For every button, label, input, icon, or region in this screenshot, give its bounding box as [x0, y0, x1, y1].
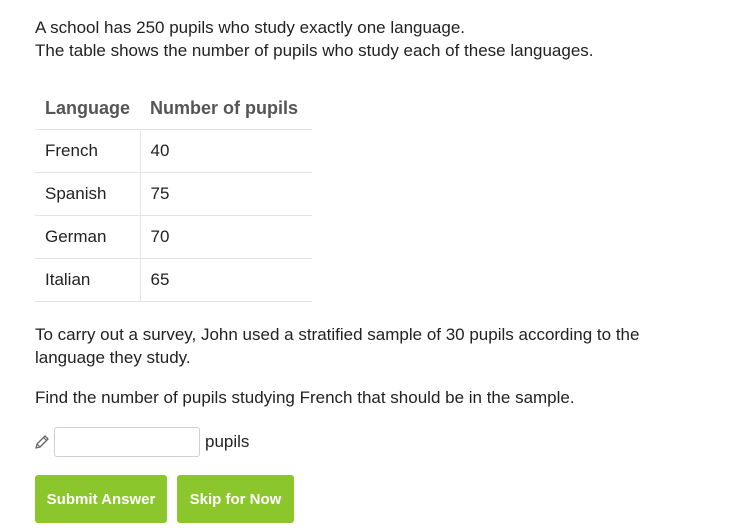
skip-for-now-button[interactable]: Skip for Now: [177, 475, 294, 523]
cell-language: Italian: [35, 258, 141, 302]
languages-table: Language Number of pupils French 40 Span…: [35, 87, 313, 302]
cell-language: Spanish: [35, 172, 141, 216]
cell-language: German: [35, 215, 141, 259]
table-row: German 70: [35, 215, 313, 259]
header-number-of-pupils: Number of pupils: [140, 87, 313, 130]
answer-unit: pupils: [205, 432, 250, 451]
table-header-row: Language Number of pupils: [35, 87, 313, 130]
table-row: Spanish 75: [35, 172, 313, 216]
pencil-icon: [33, 433, 51, 451]
table-row: French 40: [35, 129, 313, 173]
intro-line-1: A school has 250 pupils who study exactl…: [35, 18, 466, 37]
action-buttons: Submit Answer Skip for Now: [35, 475, 715, 523]
answer-row: pupils: [35, 425, 715, 459]
cell-count: 70: [140, 215, 313, 259]
table-row: Italian 65: [35, 258, 313, 302]
question-panel: A school has 250 pupils who study exactl…: [35, 16, 715, 523]
cell-count: 75: [140, 172, 313, 216]
submit-answer-button[interactable]: Submit Answer: [35, 475, 167, 523]
intro-line-2: The table shows the number of pupils who…: [35, 41, 594, 60]
cell-count: 40: [140, 129, 313, 173]
cell-language: French: [35, 129, 141, 173]
survey-text: To carry out a survey, John used a strat…: [35, 325, 640, 367]
header-language: Language: [35, 87, 141, 130]
question-prompt: Find the number of pupils studying Frenc…: [35, 388, 575, 407]
cell-count: 65: [140, 258, 313, 302]
question-intro: A school has 250 pupils who study exactl…: [35, 16, 715, 62]
answer-input[interactable]: [54, 427, 200, 457]
